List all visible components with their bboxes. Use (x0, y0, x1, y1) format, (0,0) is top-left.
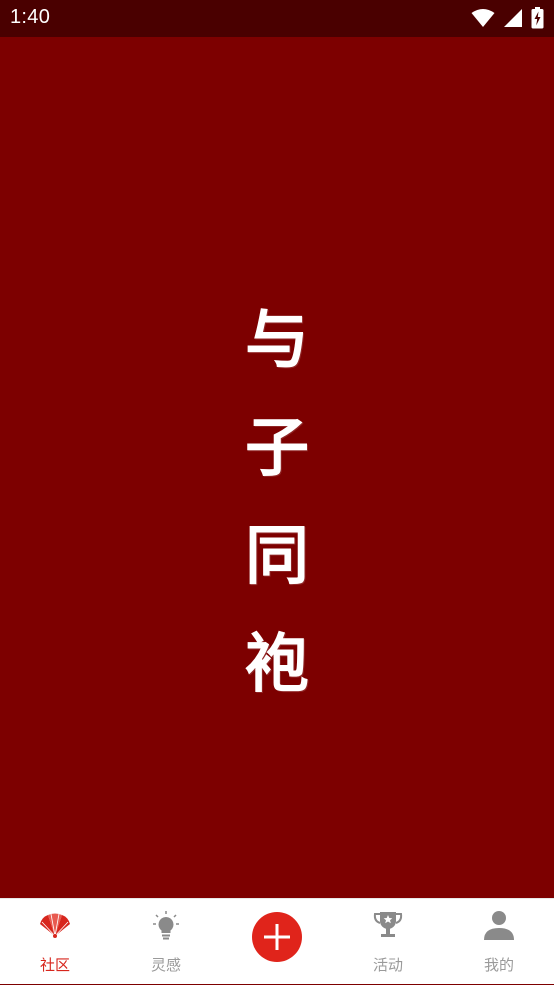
tab-inspiration[interactable]: 灵感 (111, 899, 221, 985)
user-icon (484, 911, 514, 940)
plus-icon (264, 924, 290, 950)
tab-label: 灵感 (150, 956, 181, 974)
add-post-button[interactable] (252, 912, 302, 962)
status-icons (471, 7, 544, 29)
status-time: 1:40 (10, 6, 51, 28)
splash-title: 与 子 同 袍 (245, 287, 309, 719)
lightbulb-icon (153, 911, 179, 940)
tab-community[interactable]: 社区 (0, 899, 110, 985)
tab-profile[interactable]: 我的 (444, 899, 554, 985)
fan-icon (40, 913, 70, 938)
tab-label: 我的 (483, 956, 514, 974)
splash-screen: 与 子 同 袍 (0, 37, 554, 898)
wifi-icon (471, 9, 495, 27)
splash-title-char: 同 (245, 519, 309, 594)
splash-title-char: 袍 (245, 627, 309, 702)
splash-title-char: 子 (245, 411, 309, 486)
signal-icon (504, 9, 522, 27)
splash-title-char: 与 (245, 303, 309, 378)
status-bar: 1:40 (0, 0, 554, 37)
trophy-icon (373, 912, 403, 937)
battery-charging-icon (531, 7, 544, 29)
bottom-tab-bar: 社区 灵感 活动 我的 (0, 898, 554, 984)
tab-label: 活动 (372, 956, 403, 974)
tab-label: 社区 (39, 956, 70, 974)
tab-activities[interactable]: 活动 (333, 899, 443, 985)
